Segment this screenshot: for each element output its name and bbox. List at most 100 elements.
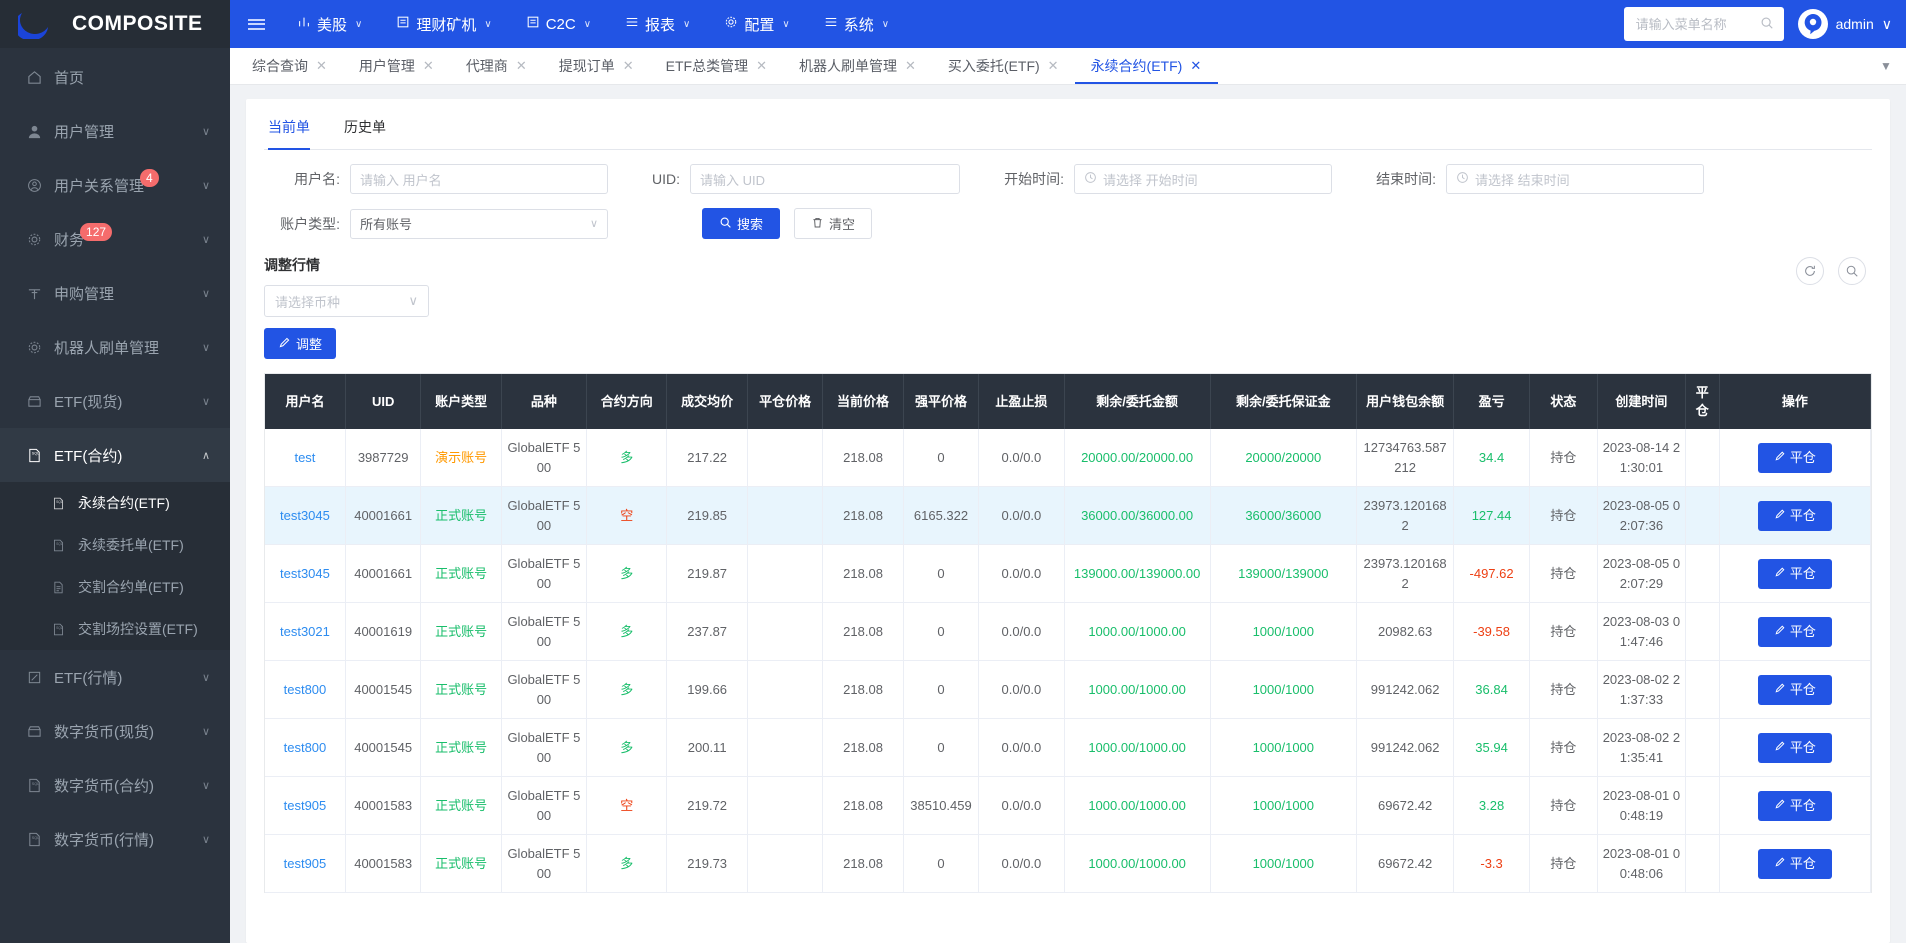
- sql-doc-icon: SQL: [48, 623, 68, 636]
- sidebar-item-robot-orders[interactable]: 机器人刷单管理 ∨: [0, 320, 230, 374]
- sidebar-item-user-relations[interactable]: 用户关系管理 4 ∨: [0, 158, 230, 212]
- close-position-button[interactable]: 平仓: [1757, 558, 1832, 589]
- sidebar-subitem-delivery-orders[interactable]: 交割合约单(ETF): [0, 566, 230, 608]
- app-root: COMPOSITE 首页 用户管理 ∨ 用户关系管理 4 ∨ 财务 127 ∨ …: [0, 0, 1906, 943]
- close-position-button[interactable]: 平仓: [1757, 500, 1832, 531]
- chevron-down-icon: ∨: [201, 287, 210, 300]
- username-input[interactable]: 请输入 用户名: [350, 164, 608, 194]
- sidebar-item-subscription[interactable]: 申购管理 ∨: [0, 266, 230, 320]
- top-navbar: 美股 ∨ 理财矿机 ∨ C2C ∨ 报表 ∨ 配置 ∨ 系统 ∨ 请输入菜单名称…: [230, 0, 1906, 48]
- sidebar-item-home[interactable]: 首页: [0, 50, 230, 104]
- cell-wallet: 20982.63: [1356, 602, 1455, 662]
- chevron-down-icon[interactable]: ▼: [1866, 48, 1906, 84]
- cell-avg-price: 219.85: [666, 486, 748, 546]
- close-position-button[interactable]: 平仓: [1757, 732, 1832, 763]
- close-position-button[interactable]: 平仓: [1757, 442, 1832, 473]
- nav-item-system[interactable]: 系统 ∨: [809, 0, 904, 48]
- clear-button[interactable]: 清空: [794, 208, 873, 239]
- cell-close-price: [747, 718, 824, 778]
- field-end-time: 结束时间: 请选择 结束时间: [1368, 164, 1704, 194]
- account-type-select[interactable]: 所有账号 ∨: [350, 208, 608, 239]
- coin-select[interactable]: 请选择币种 ∨: [264, 285, 429, 317]
- svg-text:SQL: SQL: [56, 500, 63, 504]
- col-status: 状态: [1529, 374, 1599, 430]
- cell-account-type: 正式账号: [420, 544, 502, 604]
- inner-tab-history-orders[interactable]: 历史单: [344, 113, 386, 149]
- nav-item-config[interactable]: 配置 ∨: [709, 0, 804, 48]
- cell-wallet: 69672.42: [1356, 834, 1455, 894]
- tab-withdraw-orders[interactable]: 提现订单 ✕: [543, 48, 650, 84]
- refresh-icon[interactable]: [1796, 257, 1824, 285]
- list-lines-icon: [625, 15, 639, 33]
- cell-username: test: [265, 429, 346, 488]
- col-direction: 合约方向: [586, 374, 668, 430]
- doc-icon: [48, 581, 68, 594]
- user-menu[interactable]: admin ∨: [1797, 9, 1892, 39]
- close-icon[interactable]: ✕: [423, 58, 434, 74]
- sidebar-item-user-management[interactable]: 用户管理 ∨: [0, 104, 230, 158]
- close-position-button[interactable]: 平仓: [1757, 616, 1832, 647]
- start-time-input[interactable]: 请选择 开始时间: [1074, 164, 1332, 194]
- nav-item-c2c[interactable]: C2C ∨: [511, 0, 606, 48]
- sidebar-subitem-perpetual-contract[interactable]: SQL 永续合约(ETF): [0, 482, 230, 524]
- adjust-button[interactable]: 调整: [264, 328, 336, 359]
- tab-comprehensive-query[interactable]: 综合查询 ✕: [236, 48, 343, 84]
- end-time-input[interactable]: 请选择 结束时间: [1446, 164, 1704, 194]
- nav-item-reports[interactable]: 报表 ∨: [610, 0, 705, 48]
- table-header-row: 用户名 UID 账户类型 品种 合约方向 成交均价 平仓价格 当前价格 强平价格…: [265, 374, 1871, 430]
- sidebar-subitem-perpetual-orders[interactable]: SQL 永续委托单(ETF): [0, 524, 230, 566]
- cell-created: 2023-08-05 02:07:36: [1597, 486, 1686, 546]
- tab-agent[interactable]: 代理商 ✕: [450, 48, 543, 84]
- hamburger-icon[interactable]: [230, 0, 282, 48]
- close-position-button[interactable]: 平仓: [1757, 848, 1832, 879]
- close-icon[interactable]: ✕: [516, 58, 527, 74]
- cell-wallet: 991242.062: [1356, 718, 1455, 778]
- gear-icon: [24, 232, 44, 247]
- sidebar-item-crypto-market[interactable]: SQL 数字货币(行情) ∨: [0, 812, 230, 866]
- sidebar-item-finance[interactable]: 财务 127 ∨: [0, 212, 230, 266]
- brand[interactable]: COMPOSITE: [0, 0, 230, 48]
- tab-user-management[interactable]: 用户管理 ✕: [343, 48, 450, 84]
- tab-perpetual-contract-etf[interactable]: 永续合约(ETF) ✕: [1075, 48, 1218, 84]
- uid-input[interactable]: 请输入 UID: [690, 164, 960, 194]
- sidebar-item-etf-spot[interactable]: ETF(现货) ∨: [0, 374, 230, 428]
- close-icon[interactable]: ✕: [623, 58, 634, 74]
- sidebar-item-etf-market[interactable]: ETF(行情) ∨: [0, 650, 230, 704]
- search-circle-icon[interactable]: [1838, 257, 1866, 285]
- cell-account-type: 正式账号: [420, 776, 502, 836]
- close-position-label: 平仓: [1789, 623, 1816, 639]
- cell-close-price: [747, 544, 824, 604]
- cell-tp-sl: 0.0/0.0: [978, 718, 1065, 778]
- close-position-button[interactable]: 平仓: [1757, 790, 1832, 821]
- sidebar-item-crypto-contract[interactable]: SQL 数字货币(合约) ∨: [0, 758, 230, 812]
- search-icon[interactable]: [1760, 16, 1774, 33]
- close-icon[interactable]: ✕: [756, 58, 767, 74]
- sidebar-item-etf-contract[interactable]: SQL ETF(合约) ∧: [0, 428, 230, 482]
- col-avg-price: 成交均价: [666, 374, 748, 430]
- search-input[interactable]: [1633, 15, 1754, 33]
- user-circle-icon: [24, 178, 44, 193]
- sidebar-subitem-delivery-control[interactable]: SQL 交割场控设置(ETF): [0, 608, 230, 650]
- close-icon[interactable]: ✕: [1048, 58, 1059, 74]
- close-icon[interactable]: ✕: [1190, 58, 1201, 74]
- chevron-up-icon: ∧: [201, 449, 210, 462]
- robot-avatar-icon: [1797, 9, 1828, 39]
- col-close-flag: 平仓: [1685, 374, 1720, 430]
- tab-etf-category-management[interactable]: ETF总类管理 ✕: [650, 48, 783, 84]
- close-icon[interactable]: ✕: [905, 58, 916, 74]
- inner-tab-current-orders[interactable]: 当前单: [268, 113, 310, 150]
- tab-robot-order-management[interactable]: 机器人刷单管理 ✕: [783, 48, 932, 84]
- nav-item-us-stocks[interactable]: 美股 ∨: [282, 0, 377, 48]
- nav-item-wealth-mining[interactable]: 理财矿机 ∨: [381, 0, 506, 48]
- close-icon[interactable]: ✕: [316, 58, 327, 74]
- sidebar-badge: 127: [80, 223, 113, 241]
- cell-status: 持仓: [1529, 834, 1599, 894]
- sidebar-item-crypto-spot[interactable]: 数字货币(现货) ∨: [0, 704, 230, 758]
- field-account-type: 账户类型: 所有账号 ∨: [264, 208, 608, 239]
- search-button[interactable]: 搜索: [702, 208, 781, 239]
- sidebar-item-label: ETF(行情): [54, 669, 123, 687]
- tab-buy-order-etf[interactable]: 买入委托(ETF) ✕: [932, 48, 1075, 84]
- menu-search-box[interactable]: [1623, 7, 1784, 41]
- cell-close-flag: [1685, 429, 1720, 488]
- close-position-button[interactable]: 平仓: [1757, 674, 1832, 705]
